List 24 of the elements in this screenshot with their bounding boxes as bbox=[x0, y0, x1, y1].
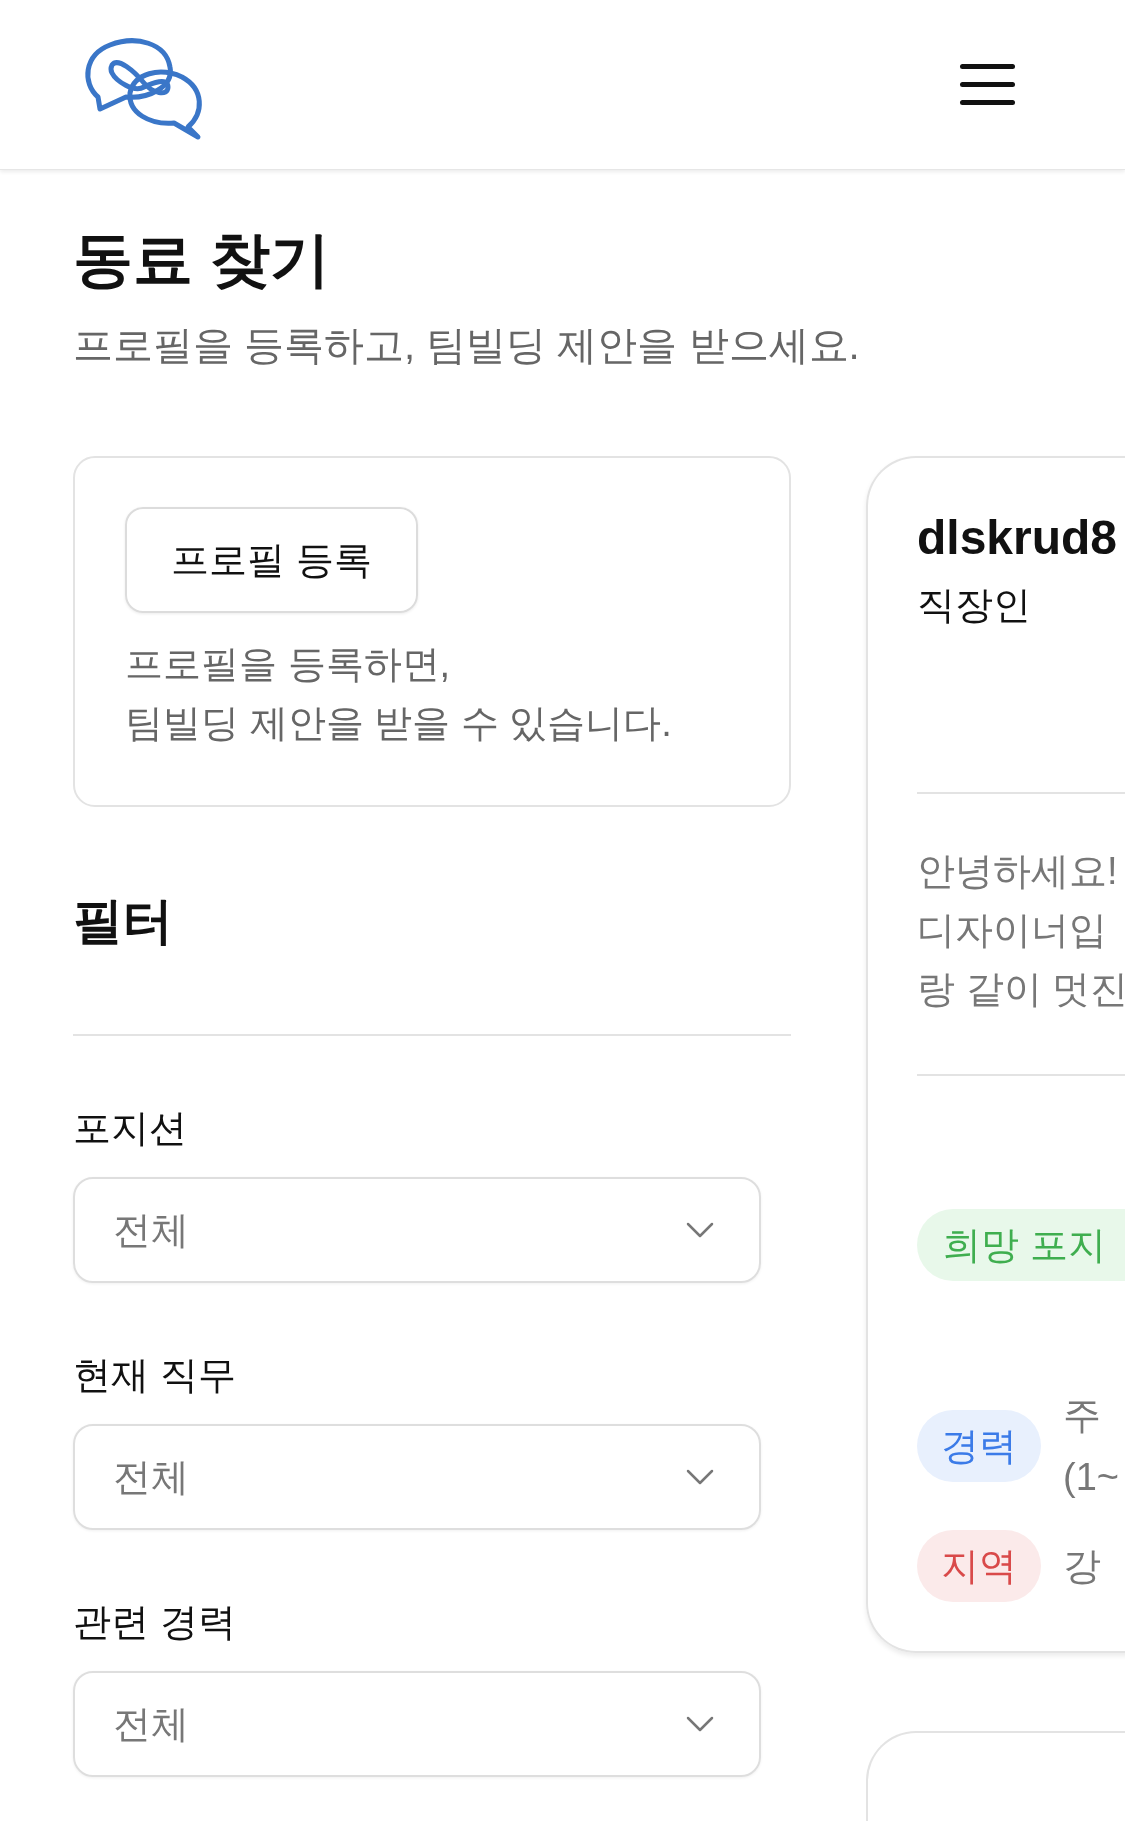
register-description: 프로필을 등록하면, 팀빌딩 제안을 받을 수 있습니다. bbox=[125, 642, 672, 746]
profile-intro: 안녕하세요! 디자이너입 랑 같이 멋진 bbox=[917, 849, 1125, 1012]
page-subtitle: 프로필을 등록하고, 팀빌딩 제안을 받으세요. bbox=[73, 322, 861, 369]
info-value: 주 (1~ bbox=[1063, 1393, 1119, 1500]
info-tag: 지역 bbox=[917, 1530, 1041, 1602]
filter-select[interactable]: 전체 bbox=[73, 1177, 761, 1283]
chevron-down-icon bbox=[685, 1468, 715, 1486]
filter-label: 포지션 bbox=[73, 1106, 188, 1150]
info-tag: 경력 bbox=[917, 1410, 1041, 1482]
info-value: 강 bbox=[1063, 1544, 1101, 1589]
profile-status: 직장인 bbox=[917, 583, 1032, 628]
filter-label: 관련 경력 bbox=[73, 1600, 237, 1644]
chevron-down-icon bbox=[685, 1221, 715, 1239]
page-title: 동료 찾기 bbox=[73, 225, 331, 295]
menu-button[interactable] bbox=[960, 64, 1015, 105]
filter-select[interactable]: 전체 bbox=[73, 1424, 761, 1530]
chevron-down-icon bbox=[685, 1715, 715, 1733]
profile-username: dlskrud8 bbox=[917, 510, 1119, 566]
filter-label: 현재 직무 bbox=[73, 1353, 237, 1397]
filter-select[interactable]: 전체 bbox=[73, 1671, 761, 1777]
profile-card[interactable]: dlskrud8 직장인 안녕하세요! 디자이너입 랑 같이 멋진 희망 포지 경력 주 (1~ 지역 강 bbox=[866, 456, 1125, 1653]
filter-title: 필터 bbox=[73, 892, 174, 951]
desired-position-tag: 희망 포지 bbox=[917, 1209, 1125, 1281]
register-profile-button[interactable]: 프로필 등록 bbox=[125, 507, 418, 613]
